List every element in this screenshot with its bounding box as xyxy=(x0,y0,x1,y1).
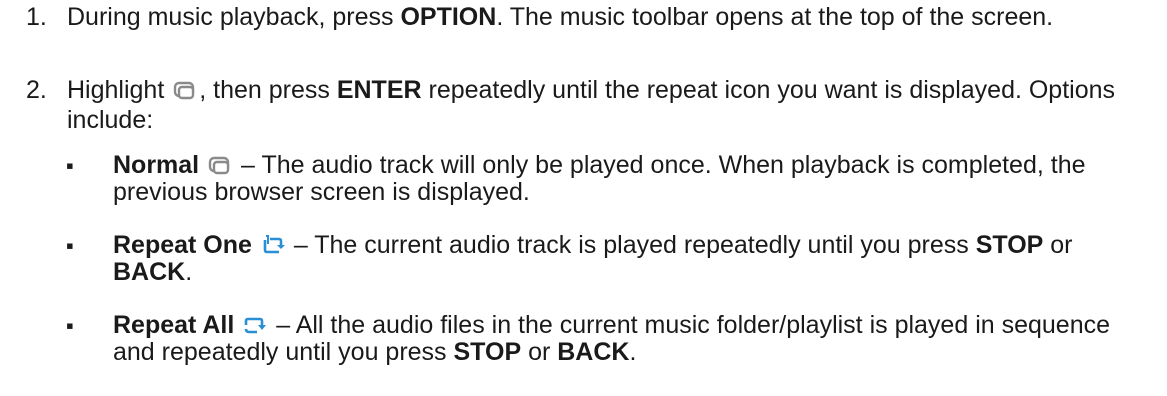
step-1: 1. During music playback, press OPTION. … xyxy=(26,2,1146,32)
repeat-one-icon xyxy=(261,235,285,256)
step-number: 2. xyxy=(26,76,47,104)
option-description: – The audio track will only be played on… xyxy=(113,151,1086,206)
key-stop: STOP xyxy=(453,338,522,366)
step-text-part: . The music toolbar opens at the top of … xyxy=(496,3,1054,31)
repeat-all-icon xyxy=(243,315,267,336)
option-text: Normal – The audio track will only be pl… xyxy=(113,152,1151,206)
option-repeat-one: ▪ Repeat One – The current audio track i… xyxy=(66,232,1151,286)
option-name: Repeat All xyxy=(113,311,235,339)
step-number: 1. xyxy=(26,3,47,31)
option-name: Repeat One xyxy=(113,231,252,259)
option-name: Normal xyxy=(113,151,200,179)
key-back: BACK xyxy=(557,338,630,366)
key-stop: STOP xyxy=(975,231,1044,259)
bullet-marker: ▪ xyxy=(66,153,74,178)
repeat-normal-icon xyxy=(173,80,197,101)
bullet-marker: ▪ xyxy=(66,313,74,338)
option-description: – The current audio track is played repe… xyxy=(286,231,976,259)
option-description: . xyxy=(629,338,637,366)
step-text-part: During music playback, press xyxy=(67,3,401,31)
key-option: OPTION xyxy=(400,3,497,31)
step-2: 2. Highlight , then press ENTER repeated… xyxy=(26,75,1146,135)
option-description: . xyxy=(185,258,193,286)
key-enter: ENTER xyxy=(336,76,422,104)
repeat-normal-icon xyxy=(208,155,232,176)
step-text: During music playback, press OPTION. The… xyxy=(67,2,1146,32)
option-repeat-all: ▪ Repeat All – All the audio files in th… xyxy=(66,312,1151,366)
step-text-part: Highlight xyxy=(67,76,172,104)
option-normal: ▪ Normal – The audio track will only be … xyxy=(66,152,1151,206)
option-text: Repeat One – The current audio track is … xyxy=(113,232,1151,286)
bullet-marker: ▪ xyxy=(66,233,74,258)
option-text: Repeat All – All the audio files in the … xyxy=(113,312,1151,366)
option-description: or xyxy=(521,338,558,366)
step-text-part: , then press xyxy=(199,76,337,104)
instructions-page: 1. During music playback, press OPTION. … xyxy=(0,0,1167,396)
key-back: BACK xyxy=(113,258,186,286)
step-text: Highlight , then press ENTER repeatedly … xyxy=(67,75,1146,135)
option-description: or xyxy=(1043,231,1073,259)
